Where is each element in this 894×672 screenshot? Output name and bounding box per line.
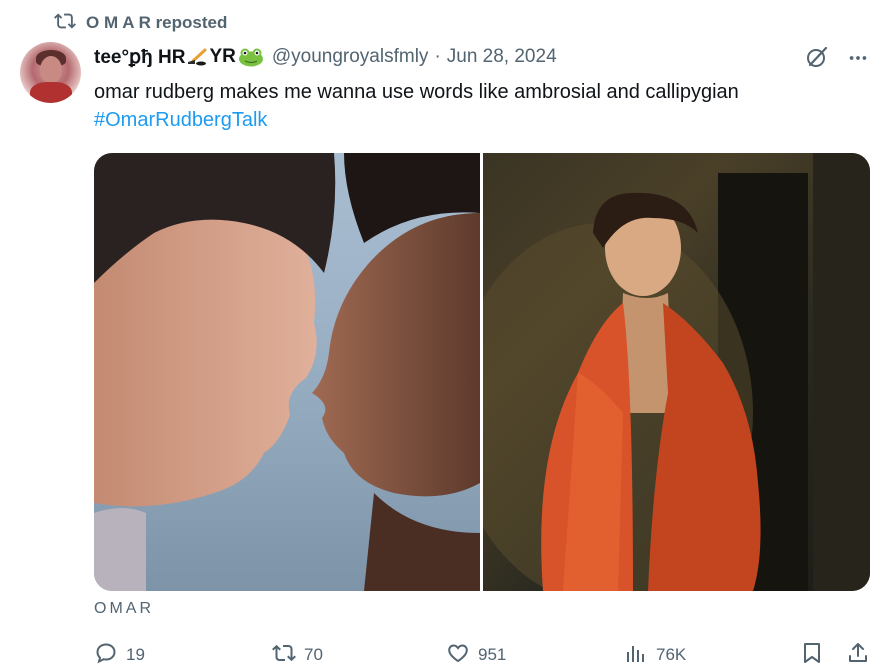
- tweet-body: omar rudberg makes me wanna use words li…: [94, 78, 884, 134]
- like-button[interactable]: 951: [446, 640, 506, 670]
- tweet-header: tee°ꝑђ HR YR @youngroyalsfmly · Jun 28,: [94, 44, 557, 70]
- display-name-prefix: tee°ꝑђ HR: [94, 46, 186, 68]
- grok-icon[interactable]: [804, 44, 830, 70]
- more-options-icon[interactable]: [846, 46, 870, 70]
- user-handle[interactable]: @youngroyalsfmly: [272, 46, 429, 68]
- display-name-suffix: YR: [209, 46, 236, 67]
- reply-button[interactable]: 19: [94, 640, 145, 670]
- reply-count: 19: [126, 645, 145, 664]
- repost-button[interactable]: 70: [272, 640, 323, 670]
- frog-emoji: [238, 47, 264, 67]
- repost-action-icon: [272, 641, 296, 670]
- reply-icon: [94, 641, 118, 670]
- views-count: 76K: [656, 645, 687, 664]
- repost-indicator[interactable]: O M A R reposted: [54, 12, 227, 34]
- like-count: 951: [478, 645, 507, 664]
- share-icon: [846, 641, 870, 670]
- media-grid: [94, 153, 870, 591]
- display-name[interactable]: tee°ꝑђ HR YR: [94, 46, 264, 69]
- tweet-date[interactable]: Jun 28, 2024: [447, 46, 557, 68]
- bookmark-button[interactable]: [800, 640, 824, 670]
- two-men-faces-close-photo[interactable]: [94, 153, 480, 591]
- separator-dot: ·: [434, 46, 441, 67]
- share-button[interactable]: [846, 640, 870, 670]
- views-button[interactable]: 76K: [624, 640, 686, 670]
- repost-count: 70: [304, 645, 323, 664]
- analytics-icon: [624, 641, 648, 670]
- tweet-text: omar rudberg makes me wanna use words li…: [94, 81, 739, 103]
- repost-text[interactable]: O M A R reposted: [86, 13, 227, 33]
- repost-icon: [54, 10, 76, 37]
- man-red-leather-jacket-photo[interactable]: [483, 153, 870, 591]
- hockey-stick-emoji: [186, 48, 208, 66]
- bookmark-icon: [800, 641, 824, 670]
- media-caption: OMAR: [94, 600, 154, 617]
- avatar[interactable]: [20, 42, 81, 103]
- heart-icon: [446, 641, 470, 670]
- hashtag-link[interactable]: #OmarRudbergTalk: [94, 106, 884, 134]
